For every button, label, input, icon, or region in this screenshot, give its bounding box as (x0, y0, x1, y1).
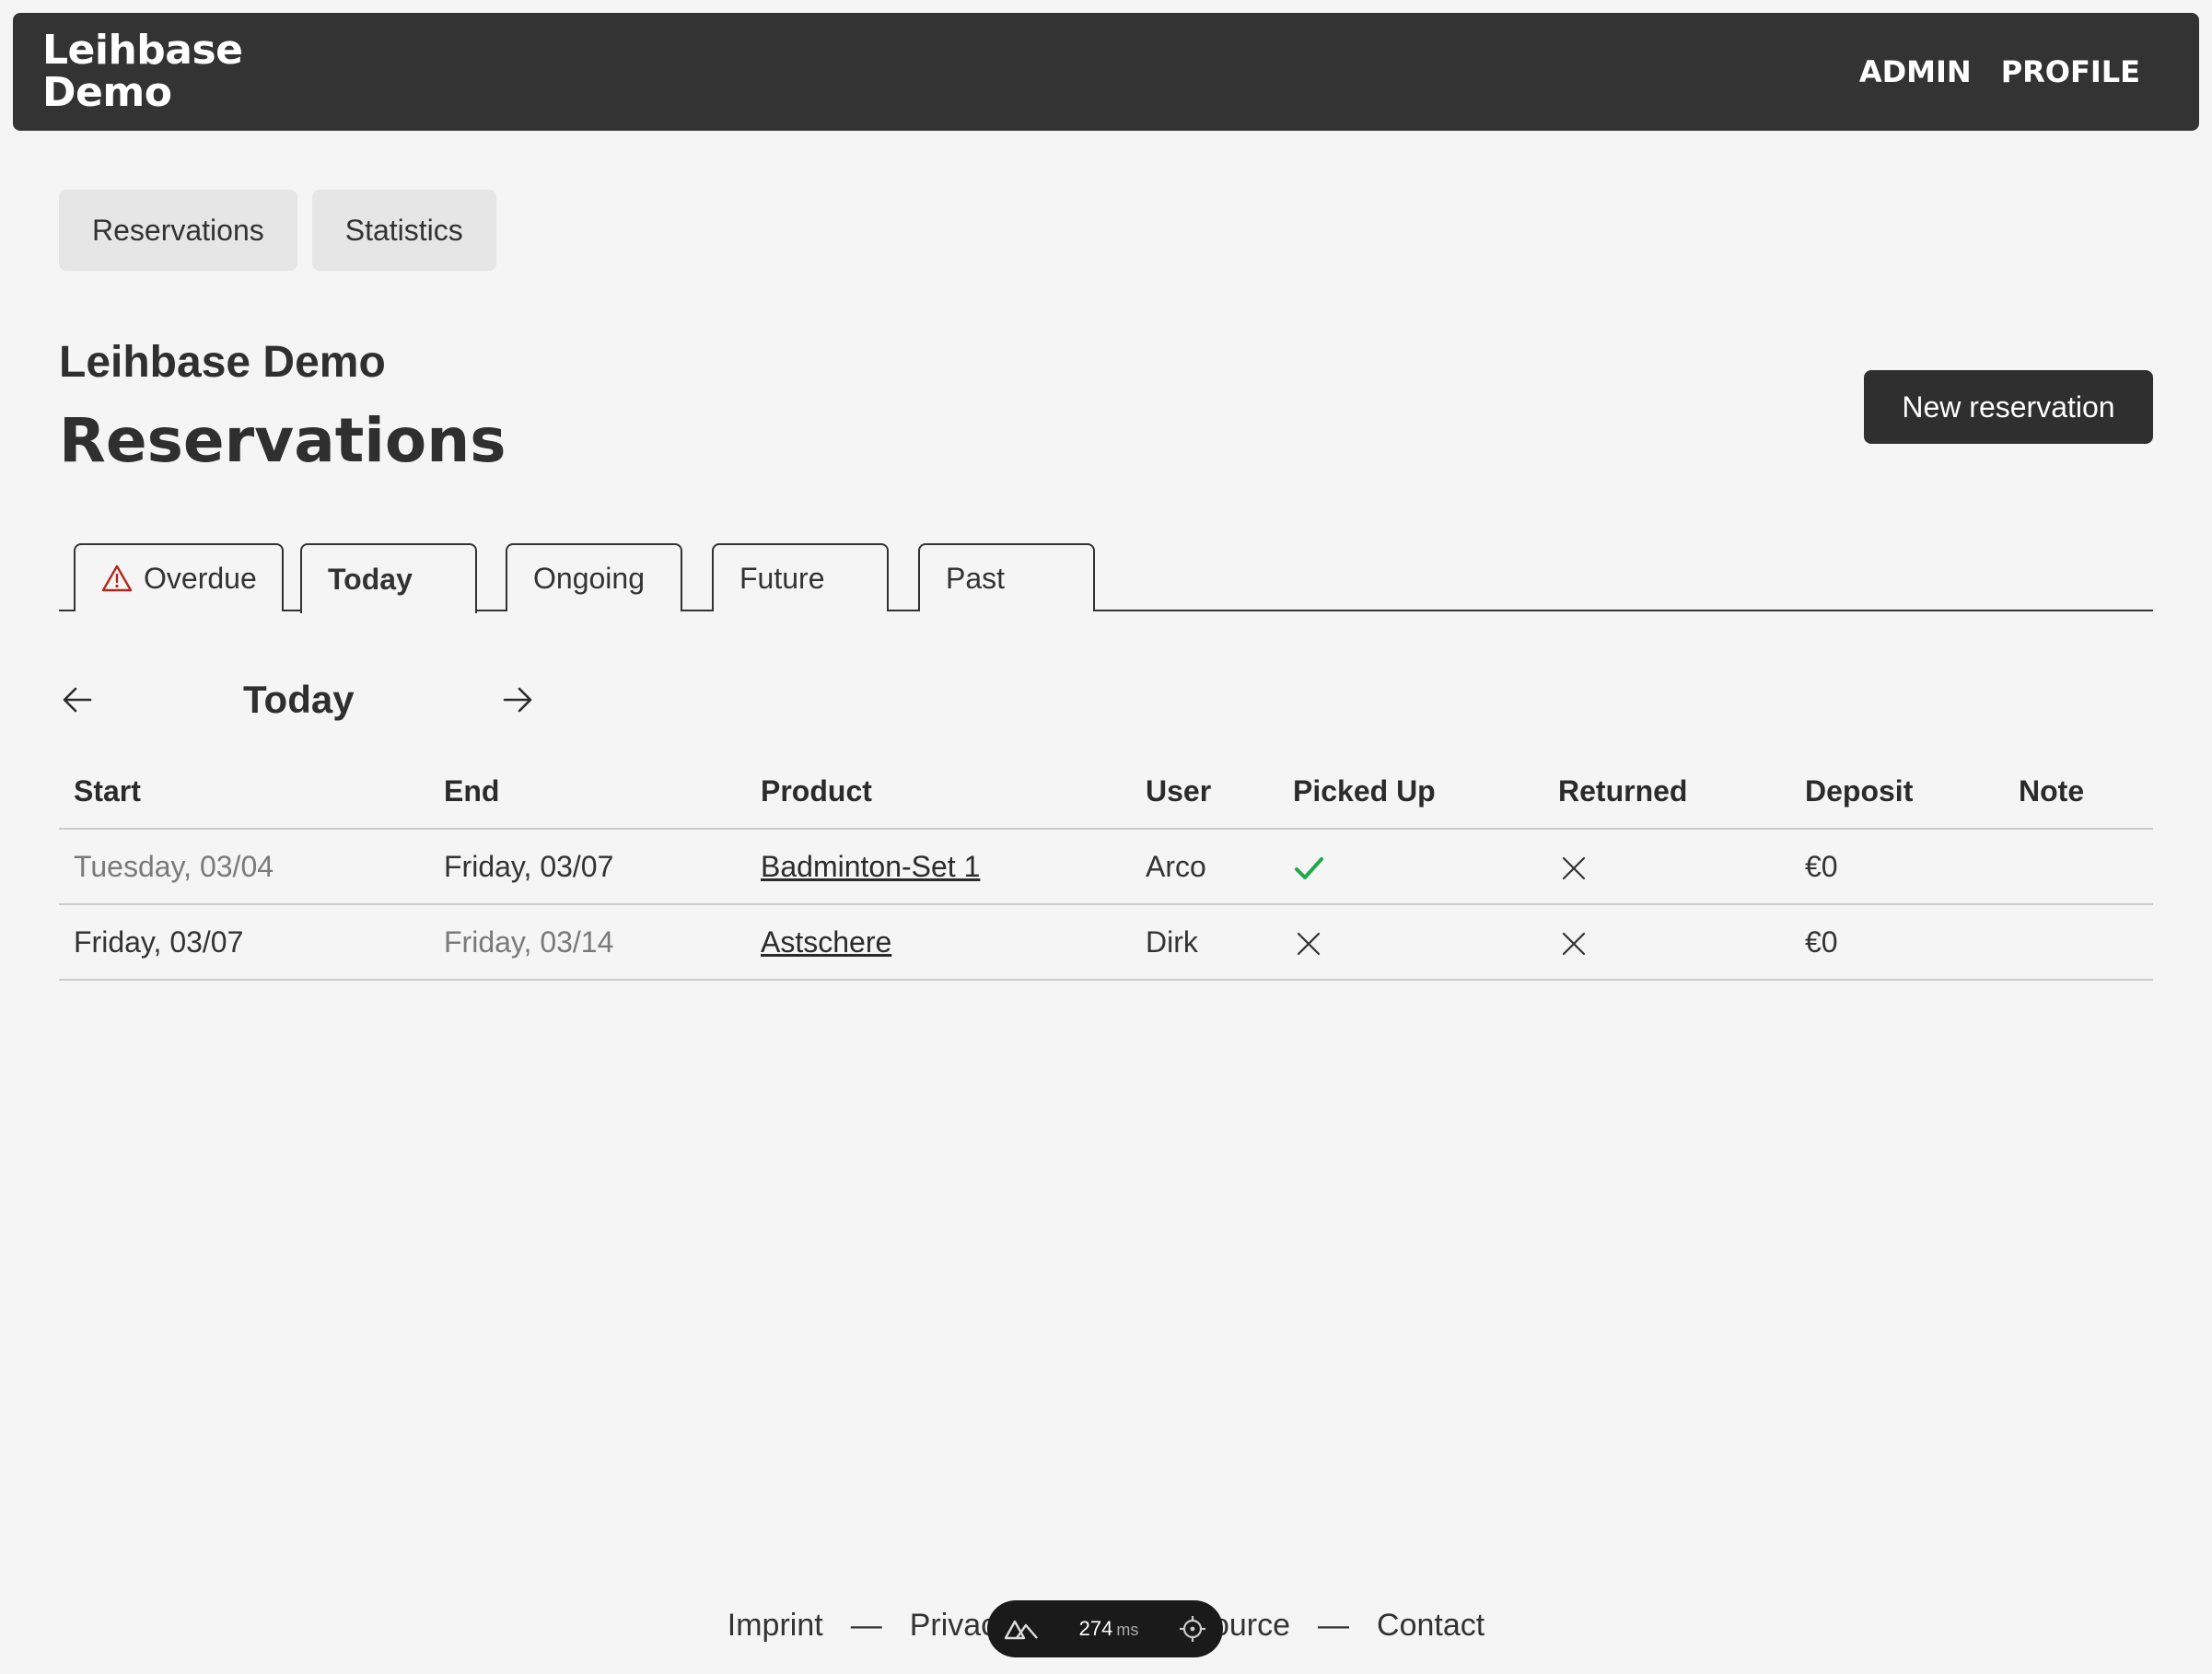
tab-label: Past (946, 561, 1006, 595)
table-header-row: Start End Product User Picked Up Returne… (59, 755, 2153, 830)
tab-past[interactable]: Past (918, 543, 1095, 611)
check-icon[interactable] (1293, 853, 1324, 884)
cell-picked-up (1278, 904, 1543, 981)
organization-name: Leihbase Demo (59, 338, 386, 387)
day-navigation: Today (59, 672, 556, 727)
warning-icon (101, 564, 133, 592)
footer-imprint-link[interactable]: Imprint (728, 1608, 823, 1644)
brand-logo[interactable]: Leihbase Demo (42, 29, 282, 114)
cell-deposit: €0 (1790, 904, 2004, 981)
table-row[interactable]: Friday, 03/07 Friday, 03/14 Astschere Di… (59, 904, 2153, 981)
cell-returned (1543, 829, 1790, 905)
sub-nav: Reservations Statistics (59, 190, 496, 271)
cell-user: Dirk (1131, 904, 1278, 981)
day-label: Today (243, 678, 355, 721)
tab-ongoing[interactable]: Ongoing (506, 543, 682, 611)
tab-overdue[interactable]: Overdue (74, 543, 284, 611)
header-user[interactable]: User (1131, 755, 1278, 830)
devtools-pill[interactable]: 274 ms (987, 1600, 1223, 1657)
crosshair-icon[interactable] (1179, 1615, 1206, 1643)
profile-link[interactable]: PROFILE (2001, 54, 2140, 89)
cross-icon[interactable] (1293, 928, 1324, 959)
tab-label: Ongoing (533, 561, 645, 595)
cell-product: Astschere (746, 904, 1131, 981)
admin-link[interactable]: ADMIN (1859, 54, 1972, 89)
cell-product: Badminton-Set 1 (746, 829, 1131, 905)
cell-start: Tuesday, 03/04 (59, 829, 429, 905)
footer-contact-link[interactable]: Contact (1377, 1608, 1484, 1644)
tab-future[interactable]: Future (712, 543, 889, 611)
header-end[interactable]: End (429, 755, 746, 830)
cell-picked-up (1278, 829, 1543, 905)
cell-note (2004, 904, 2153, 981)
cell-end: Friday, 03/14 (429, 904, 746, 981)
table-row[interactable]: Tuesday, 03/04 Friday, 03/07 Badminton-S… (59, 829, 2153, 905)
cell-start: Friday, 03/07 (59, 904, 429, 981)
header-note[interactable]: Note (2004, 755, 2153, 830)
header-product[interactable]: Product (746, 755, 1131, 830)
cell-note (2004, 829, 2153, 905)
footer-separator: — (850, 1608, 882, 1643)
new-reservation-button[interactable]: New reservation (1864, 370, 2153, 444)
header-picked-up[interactable]: Picked Up (1278, 755, 1543, 830)
top-bar: Leihbase Demo ADMIN PROFILE (13, 13, 2199, 131)
arrow-left-icon[interactable] (61, 683, 94, 716)
cross-icon[interactable] (1558, 928, 1589, 959)
cell-returned (1543, 904, 1790, 981)
top-nav: ADMIN PROFILE (1859, 54, 2140, 89)
cell-end: Friday, 03/07 (429, 829, 746, 905)
footer-separator: — (1318, 1608, 1350, 1643)
product-link[interactable]: Astschere (761, 925, 891, 959)
reservation-tabs: Overdue Today Ongoing Future Past (59, 543, 2153, 613)
product-link[interactable]: Badminton-Set 1 (761, 850, 980, 883)
subnav-statistics[interactable]: Statistics (311, 190, 496, 271)
arrow-right-icon[interactable] (501, 683, 534, 716)
header-start[interactable]: Start (59, 755, 429, 830)
render-time: 274 ms (1078, 1617, 1139, 1640)
cross-icon[interactable] (1558, 853, 1589, 884)
cell-user: Arco (1131, 829, 1278, 905)
cell-deposit: €0 (1790, 829, 2004, 905)
subnav-reservations[interactable]: Reservations (59, 190, 297, 271)
page-title: Reservations (59, 405, 506, 476)
tab-label: Future (739, 561, 825, 595)
header-deposit[interactable]: Deposit (1790, 755, 2004, 830)
reservations-table: Start End Product User Picked Up Returne… (59, 755, 2153, 981)
tab-label: Today (328, 562, 413, 596)
tab-label: Overdue (144, 561, 257, 595)
header-returned[interactable]: Returned (1543, 755, 1790, 830)
nuxt-logo-icon (1004, 1620, 1038, 1640)
tab-today[interactable]: Today (300, 543, 477, 613)
